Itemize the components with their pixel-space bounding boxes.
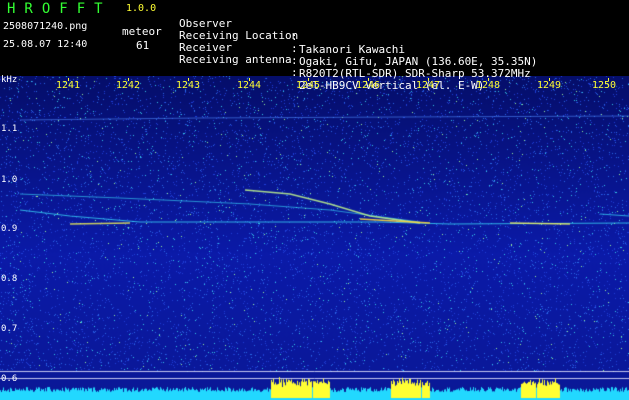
info-colon: :	[291, 66, 298, 79]
y-tick-0-6: 0.6	[1, 374, 18, 384]
app-version: 1.0.0	[126, 3, 157, 14]
info-key-antenna: Receiving antenna	[179, 53, 292, 66]
x-tick-1250: 1250	[591, 80, 617, 91]
spectrogram-canvas	[0, 76, 629, 400]
x-tick-1246: 1246	[355, 80, 381, 91]
x-tick-1248: 1248	[475, 80, 501, 91]
timestamp: 25.08.07 12:40	[3, 39, 88, 50]
hrofft-window: HROFFT 1.0.0 2508071240.png 25.08.07 12:…	[0, 0, 629, 400]
frequency-unit-label: kHz	[1, 75, 18, 85]
antenna-row: Receiving antenna : 2el-HB9CV Vertical (…	[179, 40, 484, 105]
y-tick-0-7: 0.7	[1, 324, 18, 334]
y-tick-0-8: 0.8	[1, 274, 18, 284]
x-tick-1245: 1245	[295, 80, 321, 91]
meteor-count: 61	[136, 39, 150, 52]
meteor-label: meteor	[122, 25, 162, 38]
y-tick-1-0: 1.0	[1, 175, 18, 185]
app-title: HROFFT	[7, 1, 112, 17]
file-name: 2508071240.png	[3, 21, 88, 32]
x-tick-1242: 1242	[115, 80, 141, 91]
x-tick-1241: 1241	[55, 80, 81, 91]
x-tick-1247: 1247	[415, 80, 441, 91]
x-tick-1243: 1243	[175, 80, 201, 91]
x-tick-1249: 1249	[536, 80, 562, 91]
y-tick-1-1: 1.1	[1, 124, 18, 134]
y-tick-0-9: 0.9	[1, 224, 18, 234]
x-tick-1244: 1244	[236, 80, 262, 91]
info-value-antenna: 2el-HB9CV Vertical (el. E-W)	[299, 79, 485, 92]
